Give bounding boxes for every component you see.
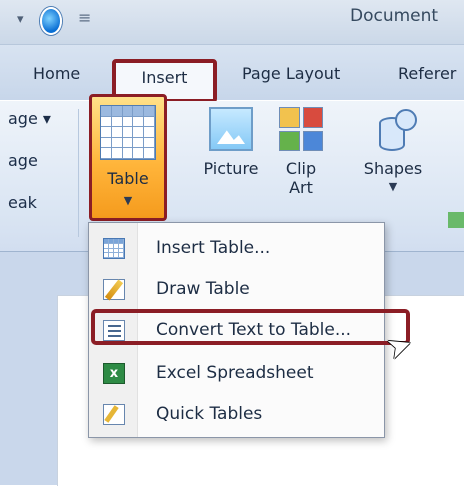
menu-item-convert-text-to-table[interactable]: Convert Text to Table...: [89, 315, 384, 350]
pages-group-item-2[interactable]: age: [8, 151, 38, 170]
customize-quick-access-icon[interactable]: ≡: [78, 8, 91, 27]
menu-item-label: Quick Tables: [156, 404, 263, 424]
quick-tables-icon: [103, 404, 125, 425]
menu-item-insert-table[interactable]: Insert Table...: [89, 233, 384, 268]
chevron-down-icon: ▼: [123, 194, 133, 207]
clip-art-button-label: Clip Art: [285, 159, 317, 197]
tab-home[interactable]: Home: [33, 59, 80, 95]
menu-item-excel-spreadsheet[interactable]: x Excel Spreadsheet: [89, 358, 384, 393]
excel-spreadsheet-icon: x: [103, 363, 125, 384]
ribbon-tabs: Home Insert Page Layout Referer: [0, 45, 464, 103]
tab-page-layout[interactable]: Page Layout: [242, 59, 340, 95]
office-button-icon[interactable]: [40, 7, 62, 35]
convert-text-to-table-icon: [103, 320, 125, 341]
insert-table-icon: [103, 238, 125, 259]
picture-icon: [209, 107, 253, 151]
menu-item-label: Draw Table: [156, 279, 250, 299]
tab-references[interactable]: Referer: [398, 59, 456, 95]
menu-item-quick-tables[interactable]: Quick Tables: [89, 399, 384, 434]
table-button[interactable]: Table ▼: [89, 94, 167, 221]
menu-item-label: Insert Table...: [156, 238, 271, 258]
menu-item-label: Convert Text to Table...: [156, 320, 352, 340]
menu-item-draw-table[interactable]: Draw Table: [89, 274, 384, 309]
picture-button-label: Picture: [203, 159, 259, 178]
title-bar: ▾ ≡ Document: [0, 0, 464, 45]
clip-art-icon: [279, 107, 323, 151]
table-button-label: Table: [107, 169, 149, 188]
shapes-button[interactable]: Shapes ▼: [362, 107, 424, 193]
quick-access-arrow-icon[interactable]: ▾: [17, 12, 24, 27]
picture-button[interactable]: Picture: [200, 107, 262, 178]
shapes-button-label: Shapes: [363, 159, 423, 178]
group-divider: [78, 109, 79, 237]
pages-group-item-3[interactable]: eak: [8, 193, 37, 212]
shapes-chevron-down-icon: ▼: [388, 180, 398, 193]
window-title: Document: [350, 6, 439, 26]
menu-item-label: Excel Spreadsheet: [156, 363, 314, 383]
clip-art-button[interactable]: Clip Art: [270, 107, 332, 197]
table-icon: [100, 105, 156, 160]
table-dropdown-menu: Insert Table... Draw Table Convert Text …: [88, 222, 385, 438]
draw-table-icon: [103, 279, 125, 300]
pages-group-item-1[interactable]: age ▾: [8, 109, 51, 128]
shapes-icon: [371, 107, 417, 151]
